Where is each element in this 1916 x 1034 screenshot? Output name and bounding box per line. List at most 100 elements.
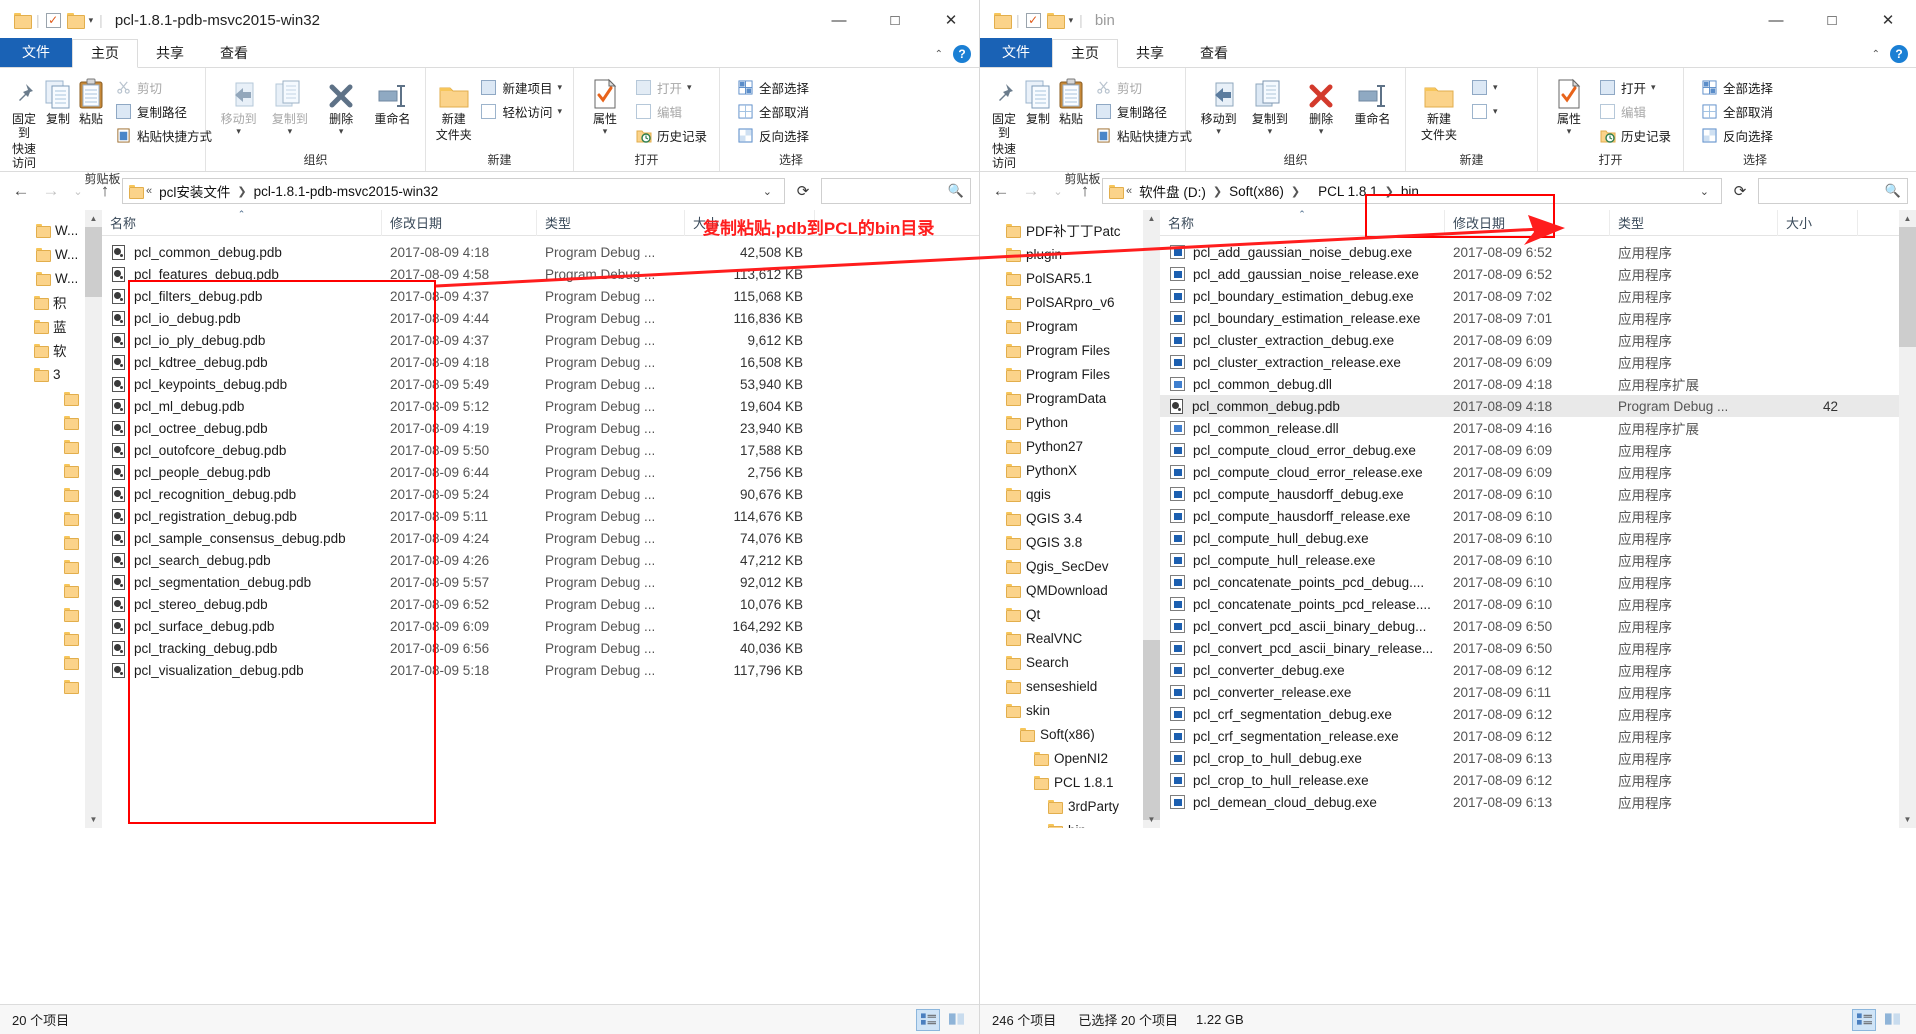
file-name-cell[interactable]: pcl_compute_hull_debug.exe [1160, 531, 1445, 546]
paste-button[interactable]: 粘贴 [1055, 73, 1087, 126]
table-row[interactable]: pcl_crf_segmentation_debug.exe 2017-08-09… [1160, 703, 1916, 725]
nav-tree-item[interactable]: plugin [1006, 242, 1160, 266]
table-row[interactable]: pcl_crop_to_hull_debug.exe 2017-08-09 6:1… [1160, 747, 1916, 769]
file-name-cell[interactable]: pcl_add_gaussian_noise_release.exe [1160, 267, 1445, 282]
nav-tree-item[interactable]: Program Files [1006, 362, 1160, 386]
table-row[interactable]: pcl_cluster_extraction_release.exe 2017-0… [1160, 351, 1916, 373]
file-name-cell[interactable]: pcl_converter_release.exe [1160, 685, 1445, 700]
table-row[interactable]: pcl_common_debug.dll 2017-08-09 4:18 应用程序扩… [1160, 373, 1916, 395]
nav-tree-item[interactable]: PDF补丁丁Patc [1006, 218, 1160, 242]
new-folder-button[interactable]: 新建 文件夹 [1413, 73, 1465, 142]
open-button[interactable]: 打开 ▾ [631, 75, 711, 99]
delete-button[interactable]: 删除 ▾ [1296, 73, 1347, 137]
tab-view[interactable]: 查看 [1182, 40, 1246, 67]
table-row[interactable]: pcl_demean_cloud_debug.exe 2017-08-09 6:1… [1160, 791, 1916, 813]
table-row[interactable]: pcl_common_debug.pdb 2017-08-09 4:18 Progr… [102, 241, 979, 263]
nav-tree-item[interactable]: PolSAR5.1 [1006, 266, 1160, 290]
breadcrumb-item-1[interactable]: pcl-1.8.1-pdb-msvc2015-win32 [251, 184, 442, 199]
large-icons-view-button[interactable] [944, 1009, 968, 1031]
column-header-size[interactable]: 大小 [1778, 210, 1858, 236]
file-name-cell[interactable]: pcl_crop_to_hull_debug.exe [1160, 751, 1445, 766]
table-row[interactable]: pcl_boundary_estimation_debug.exe 2017-08… [1160, 285, 1916, 307]
file-name-cell[interactable]: pcl_compute_hausdorff_debug.exe [1160, 487, 1445, 502]
scroll-up-arrow-icon[interactable]: ▲ [1899, 210, 1916, 227]
chevron-down-icon[interactable]: ▾ [1493, 82, 1498, 93]
table-row[interactable]: pcl_cluster_extraction_debug.exe 2017-08-… [1160, 329, 1916, 351]
refresh-button[interactable]: ⟳ [1726, 178, 1754, 204]
nav-tree-item[interactable]: QMDownload [1006, 578, 1160, 602]
table-row[interactable]: pcl_convert_pcd_ascii_binary_release... 2… [1160, 637, 1916, 659]
rename-button[interactable]: 重命名 [367, 73, 418, 126]
table-row[interactable]: pcl_crop_to_hull_release.exe 2017-08-09 6… [1160, 769, 1916, 791]
chevron-down-icon[interactable]: ▾ [236, 126, 241, 137]
minimize-button[interactable]: — [1748, 0, 1804, 40]
cut-button[interactable]: 剪切 [1091, 75, 1196, 99]
help-icon[interactable]: ? [953, 45, 971, 63]
file-name-cell[interactable]: pcl_convert_pcd_ascii_binary_release... [1160, 641, 1445, 656]
refresh-button[interactable]: ⟳ [789, 178, 817, 204]
file-name-cell[interactable]: pcl_cluster_extraction_release.exe [1160, 355, 1445, 370]
search-box-left[interactable]: 🔍 [821, 178, 971, 204]
nav-tree-item[interactable]: Program [1006, 314, 1160, 338]
file-name-cell[interactable]: pcl_crop_to_hull_release.exe [1160, 773, 1445, 788]
file-name-cell[interactable]: pcl_boundary_estimation_debug.exe [1160, 289, 1445, 304]
tab-share[interactable]: 共享 [1118, 40, 1182, 67]
easy-access-button[interactable]: ▾ [1467, 99, 1502, 123]
chevron-down-icon[interactable]: ▾ [1493, 106, 1498, 117]
file-name-cell[interactable]: pcl_common_release.dll [1160, 421, 1445, 436]
table-row[interactable]: pcl_compute_hausdorff_release.exe 2017-08… [1160, 505, 1916, 527]
nav-scrollbar-left[interactable]: ▲ ▼ [85, 210, 102, 828]
nav-tree-item[interactable]: PCL 1.8.1 [1006, 770, 1160, 794]
table-row[interactable]: pcl_converter_debug.exe 2017-08-09 6:12 应用… [1160, 659, 1916, 681]
details-view-button[interactable] [916, 1008, 940, 1031]
scroll-down-arrow-icon[interactable]: ▼ [1899, 811, 1916, 828]
nav-tree-item[interactable]: RealVNC [1006, 626, 1160, 650]
open-button[interactable]: 打开 ▾ [1595, 75, 1675, 99]
close-button[interactable]: ✕ [1860, 0, 1916, 40]
paste-button[interactable]: 粘贴 [75, 73, 107, 126]
table-row[interactable]: pcl_common_debug.pdb 2017-08-09 4:18 Progr… [1160, 395, 1916, 417]
file-name-cell[interactable]: pcl_compute_cloud_error_debug.exe [1160, 443, 1445, 458]
nav-tree-item[interactable]: Program Files [1006, 338, 1160, 362]
new-item-button[interactable]: ▾ [1467, 75, 1502, 99]
tab-view[interactable]: 查看 [202, 40, 266, 67]
collapse-ribbon-icon[interactable]: ⌃ [935, 49, 943, 60]
nav-tree-item[interactable]: PolSARpro_v6 [1006, 290, 1160, 314]
nav-tree-item[interactable]: bin [1006, 818, 1160, 828]
details-view-button[interactable] [1852, 1008, 1876, 1031]
chevron-down-icon[interactable]: ▾ [557, 106, 562, 117]
column-header-type[interactable]: 类型 [1610, 210, 1778, 236]
file-name-cell[interactable]: pcl_concatenate_points_pcd_release.... [1160, 597, 1445, 612]
address-dropdown-icon[interactable]: ⌄ [1692, 185, 1717, 198]
table-row[interactable]: pcl_compute_cloud_error_release.exe 2017-… [1160, 461, 1916, 483]
copy-button[interactable]: 复制 [1021, 73, 1055, 126]
column-header-date[interactable]: 修改日期 [382, 210, 537, 236]
tab-home[interactable]: 主页 [1052, 39, 1118, 68]
collapse-ribbon-icon[interactable]: ⌃ [1872, 49, 1880, 60]
file-name-cell[interactable]: pcl_demean_cloud_debug.exe [1160, 795, 1445, 810]
breadcrumb-item-0[interactable]: pcl安装文件 [156, 181, 233, 201]
nav-tree-item[interactable]: qgis [1006, 482, 1160, 506]
chevron-down-icon[interactable]: ▾ [339, 126, 344, 137]
scroll-up-arrow-icon[interactable]: ▲ [1143, 210, 1160, 227]
file-name-cell[interactable]: pcl_compute_hausdorff_release.exe [1160, 509, 1445, 524]
copy-to-button[interactable]: 复制到 ▾ [264, 73, 315, 137]
large-icons-view-button[interactable] [1880, 1009, 1904, 1031]
close-button[interactable]: ✕ [923, 0, 979, 40]
new-folder-icon[interactable] [66, 13, 85, 29]
minimize-button[interactable]: — [811, 0, 867, 40]
tab-share[interactable]: 共享 [138, 40, 202, 67]
breadcrumb-item-0[interactable]: 软件盘 (D:) [1136, 181, 1209, 201]
tab-file[interactable]: 文件 [0, 38, 72, 67]
chevron-down-icon[interactable]: ▾ [1268, 126, 1273, 137]
chevron-down-icon[interactable]: ▾ [89, 15, 94, 26]
chevron-down-icon[interactable]: ▾ [1319, 126, 1324, 137]
table-row[interactable]: pcl_boundary_estimation_release.exe 2017-… [1160, 307, 1916, 329]
invert-selection-button[interactable]: 反向选择 [1697, 123, 1777, 147]
nav-tree-item[interactable]: Qt [1006, 602, 1160, 626]
tab-home[interactable]: 主页 [72, 39, 138, 68]
nav-tree-item[interactable]: QGIS 3.4 [1006, 506, 1160, 530]
tab-file[interactable]: 文件 [980, 38, 1052, 67]
file-name-cell[interactable]: pcl_crf_segmentation_release.exe [1160, 729, 1445, 744]
copy-path-button[interactable]: 复制路径 [1091, 99, 1196, 123]
